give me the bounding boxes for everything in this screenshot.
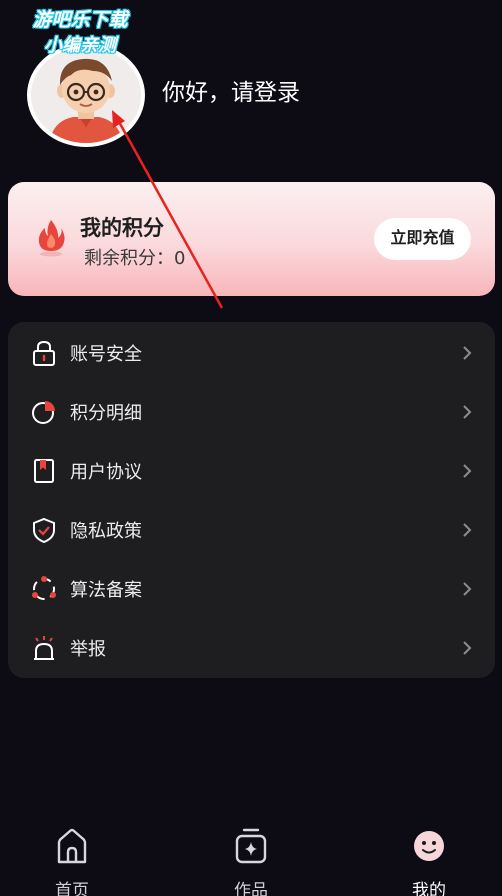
- bottom-tab-bar: 首页 作品 我的: [0, 820, 502, 896]
- points-card: 我的积分 剩余积分：0 立即充值: [8, 182, 495, 296]
- menu-item-label: 用户协议: [70, 462, 142, 483]
- menu-item-report[interactable]: 举报: [8, 618, 495, 677]
- watermark: 游吧乐下载 小编亲测: [10, 8, 150, 58]
- tab-works[interactable]: 作品: [206, 824, 296, 896]
- chevron-right-icon: [463, 641, 472, 655]
- home-icon: [57, 828, 87, 864]
- bookmark-document-icon: [34, 459, 54, 483]
- avatar[interactable]: [27, 43, 145, 147]
- smiley-face-icon: [414, 831, 444, 861]
- chevron-right-icon: [463, 346, 472, 360]
- points-title: 我的积分: [80, 216, 164, 240]
- menu-item-label: 积分明细: [70, 403, 142, 424]
- menu-item-label: 隐私政策: [70, 521, 142, 542]
- menu-item-user-agreement[interactable]: 用户协议: [8, 441, 495, 500]
- lock-icon: [33, 340, 55, 366]
- tab-home[interactable]: 首页: [27, 824, 117, 896]
- network-nodes-icon: [32, 576, 56, 600]
- chevron-right-icon: [463, 582, 472, 596]
- alarm-bell-icon: [34, 636, 54, 660]
- menu-item-label: 算法备案: [70, 580, 142, 601]
- tab-label: 首页: [55, 881, 89, 896]
- chevron-right-icon: [463, 464, 472, 478]
- cartoon-boy-avatar-image: [31, 47, 141, 143]
- points-remaining: 剩余积分：0: [84, 248, 186, 269]
- menu-item-algorithm-filing[interactable]: 算法备案: [8, 559, 495, 618]
- watermark-line-1: 游吧乐下载: [32, 9, 128, 31]
- settings-menu: 账号安全 积分明细 用户协议 隐私政策 算法备案 举报: [8, 322, 495, 678]
- tab-label: 我的: [412, 881, 446, 896]
- tab-label: 作品: [234, 881, 268, 896]
- menu-item-points-detail[interactable]: 积分明细: [8, 382, 495, 441]
- menu-item-privacy-policy[interactable]: 隐私政策: [8, 500, 495, 559]
- shield-check-icon: [33, 517, 55, 544]
- chevron-right-icon: [463, 405, 472, 419]
- recharge-button[interactable]: 立即充值: [374, 218, 471, 260]
- fire-icon: [38, 220, 65, 257]
- tab-mine[interactable]: 我的: [384, 824, 474, 896]
- chevron-right-icon: [463, 523, 472, 537]
- menu-item-account-security[interactable]: 账号安全: [8, 323, 495, 382]
- menu-item-label: 举报: [70, 639, 106, 660]
- watermark-line-2: 小编亲测: [44, 35, 116, 56]
- login-prompt[interactable]: 你好，请登录: [162, 73, 300, 107]
- menu-item-label: 账号安全: [70, 344, 142, 365]
- pie-chart-icon: [32, 401, 55, 424]
- works-sparkle-icon: [235, 828, 267, 864]
